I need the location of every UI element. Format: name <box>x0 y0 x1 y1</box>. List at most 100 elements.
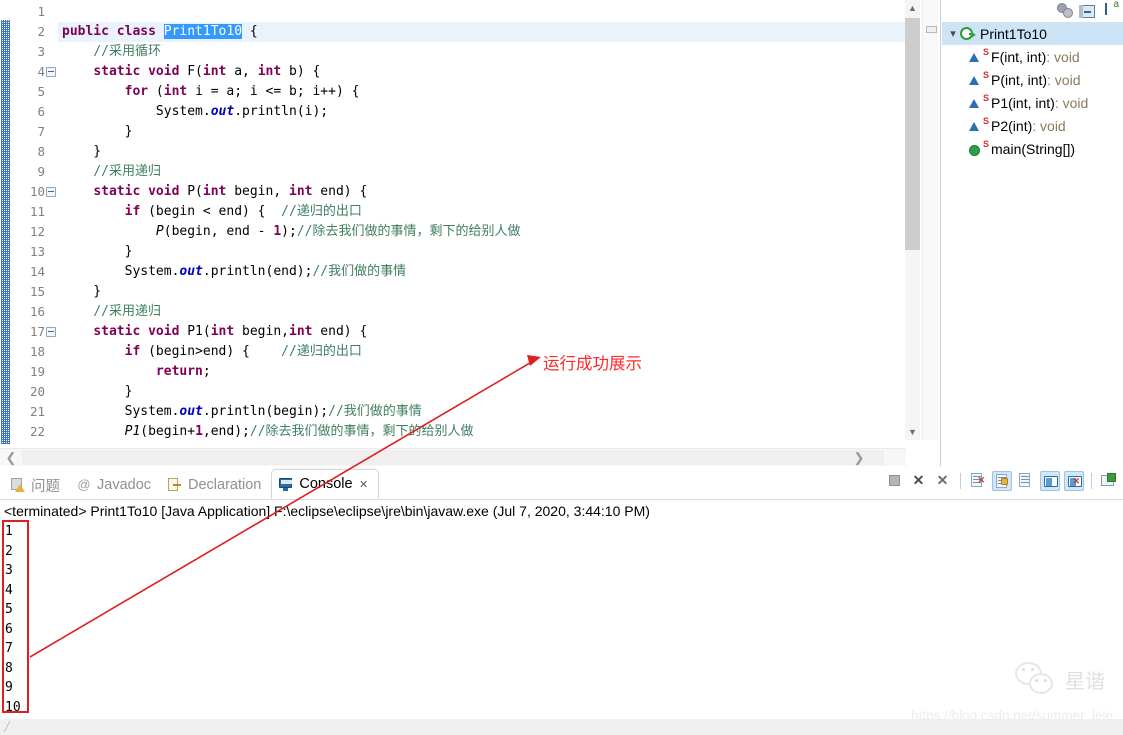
outline-member-item[interactable]: S P(int, int) : void <box>942 68 1123 91</box>
code-line[interactable]: P(begin, end - 1);//除去我们做的事情，剩下的给别人做 <box>58 222 906 242</box>
code-line[interactable]: } <box>58 122 906 142</box>
console-output-line: 8 <box>5 660 13 676</box>
code-token: (begin < end) { <box>140 204 282 219</box>
remove-all-terminated-button[interactable]: ✕ <box>933 471 953 491</box>
line-number: 10 <box>10 182 56 202</box>
horizontal-scroll-track[interactable] <box>22 450 884 465</box>
code-line[interactable]: static void P1(int begin,int end) { <box>58 322 906 342</box>
pin-console-button[interactable] <box>1016 471 1036 491</box>
javadoc-icon: @ <box>77 477 91 492</box>
fold-collapse-icon[interactable] <box>46 67 56 77</box>
code-token: a, <box>226 64 258 79</box>
outline-tree[interactable]: ▾ Print1To10 S F(int, int) : void S P(int, … <box>942 20 1123 160</box>
code-token: end) { <box>312 184 368 199</box>
console-horizontal-scrollbar[interactable]: ╱ <box>0 719 1123 735</box>
scroll-left-arrow-icon[interactable]: ❮ <box>0 449 22 466</box>
line-number: 19 <box>29 364 45 379</box>
console-output[interactable]: 1 2 3 4 5 6 7 8 9 10 <box>0 520 1123 717</box>
outline-toolbar[interactable] <box>942 0 1123 20</box>
console-toolbar[interactable]: ✕ ✕ ✕ ✕ <box>885 471 1119 491</box>
console-output-line: 10 <box>5 699 21 715</box>
java-editor[interactable]: 1 2 3 4 5 6 7 8 9 10 11 12 13 14 15 16 17 18 19 20 21 22 publ… <box>0 0 941 466</box>
scroll-lock-button[interactable] <box>992 471 1012 491</box>
scroll-down-arrow-icon[interactable]: ▼ <box>905 424 920 440</box>
code-line[interactable]: System.out.println(i); <box>58 102 906 122</box>
new-console-view-button[interactable] <box>1099 471 1119 491</box>
method-visibility-icon <box>968 118 981 134</box>
vertical-scroll-thumb[interactable] <box>905 18 920 250</box>
line-number: 4 <box>10 62 56 82</box>
resize-grip-icon[interactable]: ╱ <box>4 722 14 733</box>
code-token: P1( <box>187 324 211 339</box>
marker-overview-ruler[interactable] <box>922 0 938 440</box>
console-output-line: 9 <box>5 680 13 695</box>
code-line[interactable]: //采用循环 <box>58 42 906 62</box>
tab-javadoc[interactable]: @ Javadoc <box>70 471 159 499</box>
code-line[interactable]: } <box>58 382 906 402</box>
code-token: //我们做的事情 <box>312 264 407 279</box>
close-icon[interactable]: ✕ <box>358 478 370 491</box>
code-line[interactable]: } <box>58 242 906 262</box>
code-token: (begin, end - <box>163 224 274 239</box>
fold-collapse-icon[interactable] <box>46 187 56 197</box>
code-line[interactable]: for (int i = a; i <= b; i++) { <box>58 82 906 102</box>
terminate-button[interactable] <box>885 471 905 491</box>
sort-icon[interactable] <box>1103 0 1119 18</box>
editor-body[interactable]: 1 2 3 4 5 6 7 8 9 10 11 12 13 14 15 16 17 18 19 20 21 22 publ… <box>0 0 906 444</box>
tab-declaration[interactable]: Declaration <box>161 471 269 499</box>
terminate-all-button[interactable]: ✕ <box>909 471 929 491</box>
line-number: 14 <box>29 264 45 279</box>
code-line[interactable]: static void P(int begin, int end) { <box>58 182 906 202</box>
bottom-tab-bar[interactable]: 问题 @ Javadoc Declaration Console ✕ ✕ ✕ ✕ ✕ <box>0 467 1123 500</box>
scroll-right-arrow-icon[interactable]: ❯ <box>848 449 870 466</box>
code-line[interactable]: //采用递归 <box>58 302 906 322</box>
editor-horizontal-scrollbar[interactable]: ❮ ❯ <box>0 448 906 466</box>
code-area[interactable]: public class Print1To10 { //采用循环 static … <box>58 0 906 440</box>
code-line[interactable]: } <box>58 142 906 162</box>
tab-problems[interactable]: 问题 <box>4 471 68 499</box>
code-line[interactable]: if (begin>end) { //递归的出口 <box>58 342 906 362</box>
fold-collapse-icon[interactable] <box>46 327 56 337</box>
hide-fields-icon[interactable] <box>1057 2 1073 18</box>
outline-root-label: Print1To10 <box>980 25 1047 42</box>
line-number: 13 <box>29 244 45 259</box>
collapse-all-icon[interactable] <box>1079 4 1095 18</box>
code-token: } <box>62 124 133 139</box>
code-line[interactable]: if (begin < end) { //递归的出口 <box>58 202 906 222</box>
code-line[interactable]: //采用递归 <box>58 162 906 182</box>
outline-member-item[interactable]: S F(int, int) : void <box>942 45 1123 68</box>
code-line[interactable]: System.out.println(end);//我们做的事情 <box>58 262 906 282</box>
code-line[interactable]: } <box>58 282 906 302</box>
code-line[interactable]: public class Print1To10 { <box>58 22 906 42</box>
outline-member-item[interactable]: S P2(int) : void <box>942 114 1123 137</box>
clear-console-button[interactable]: ✕ <box>968 471 988 491</box>
code-token: i = a; i <= b; i++) { <box>187 84 360 99</box>
console-output-line: 6 <box>5 621 13 637</box>
chevron-down-icon[interactable]: ▾ <box>946 27 960 40</box>
toolbar-separator <box>960 473 961 489</box>
outline-root-class[interactable]: ▾ Print1To10 <box>942 22 1123 45</box>
display-selected-console-button[interactable] <box>1040 471 1060 491</box>
code-token: public class <box>62 24 164 39</box>
outline-view[interactable]: ▾ Print1To10 SF(int, int) : voidSP(int, … <box>942 0 1123 466</box>
outline-member-item[interactable]: Smain(String[]) <box>942 137 1123 160</box>
overview-marker[interactable] <box>926 26 937 33</box>
tab-label: Declaration <box>188 477 262 493</box>
code-line[interactable] <box>58 2 906 22</box>
tab-console[interactable]: Console ✕ <box>271 469 379 499</box>
code-token: b) { <box>281 64 321 79</box>
code-line[interactable]: System.out.println(begin);//我们做的事情 <box>58 402 906 422</box>
code-line[interactable]: P1(begin+1,end);//除去我们做的事情，剩下的给别人做 <box>58 422 906 440</box>
code-line[interactable]: return; <box>58 362 906 382</box>
editor-vertical-scrollbar[interactable]: ▲ ▼ <box>905 0 920 440</box>
open-console-button[interactable]: ✕ <box>1064 471 1084 491</box>
line-number-gutter: 1 2 3 4 5 6 7 8 9 10 11 12 13 14 15 16 17 18 19 20 21 22 <box>10 0 56 440</box>
code-line[interactable]: static void F(int a, int b) { <box>58 62 906 82</box>
outline-member-item[interactable]: S P1(int, int) : void <box>942 91 1123 114</box>
scroll-up-arrow-icon[interactable]: ▲ <box>905 0 920 16</box>
line-number: 18 <box>29 344 45 359</box>
code-token: //递归的出口 <box>281 344 362 359</box>
